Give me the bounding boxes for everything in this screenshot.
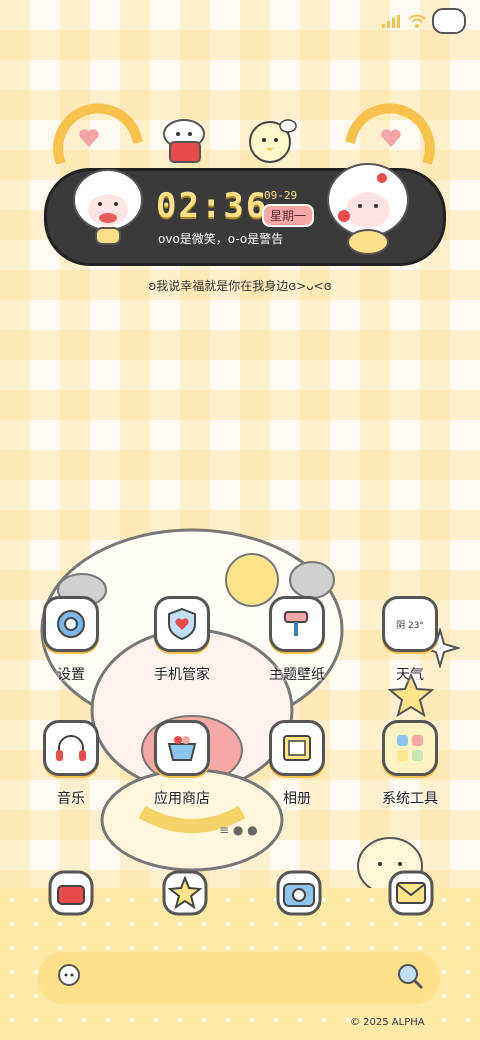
motto-text: ʚ我说幸福就是你在我身边ɞ>ᴗ<ɞ bbox=[148, 279, 332, 293]
star-chat-icon bbox=[162, 870, 208, 916]
sheep-search-icon bbox=[58, 964, 80, 986]
sheep-wallpaper-illustration bbox=[40, 528, 344, 872]
app-gallery[interactable]: 相册 bbox=[252, 720, 342, 808]
search-bar[interactable] bbox=[38, 952, 440, 1004]
app-system-tools[interactable]: 系统工具 bbox=[365, 720, 455, 808]
clock-weekday: 星期一 bbox=[262, 204, 315, 227]
paint-roller-icon bbox=[269, 596, 325, 652]
signal-icon bbox=[382, 15, 400, 28]
widget-caption: ovo是微笑，o-o是警告 bbox=[158, 232, 284, 246]
app-settings[interactable]: 设置 bbox=[26, 596, 116, 684]
dock-camera[interactable] bbox=[274, 868, 324, 922]
app-weather[interactable]: 阴 23° 天气 bbox=[365, 596, 455, 684]
search-icon[interactable] bbox=[396, 962, 424, 990]
telephone-icon bbox=[48, 870, 94, 916]
app-label: 音乐 bbox=[57, 791, 85, 807]
egg-chick-sticker bbox=[249, 119, 297, 163]
shield-heart-icon bbox=[154, 596, 210, 652]
app-label: 主题壁纸 bbox=[269, 667, 325, 683]
app-label: 天气 bbox=[396, 667, 424, 683]
app-label: 系统工具 bbox=[382, 791, 438, 807]
battery-sheep-icon bbox=[432, 8, 466, 34]
cat-camera-icon bbox=[276, 870, 322, 916]
dock-phone[interactable] bbox=[46, 868, 96, 922]
folder-icon bbox=[382, 720, 438, 776]
wifi-icon bbox=[408, 14, 426, 28]
sheep-with-envelope-sticker bbox=[163, 119, 205, 163]
heart-icon bbox=[381, 129, 401, 147]
envelope-icon bbox=[388, 870, 434, 916]
clock-time: 02:36 bbox=[156, 186, 269, 226]
status-bar bbox=[382, 8, 466, 34]
app-music[interactable]: 音乐 bbox=[26, 720, 116, 808]
photo-frame-icon bbox=[269, 720, 325, 776]
app-label: 应用商店 bbox=[154, 791, 210, 807]
sheep-with-strawberry-sticker bbox=[327, 163, 409, 255]
app-label: 设置 bbox=[57, 667, 85, 683]
dock-mail[interactable] bbox=[386, 868, 436, 922]
basket-icon bbox=[154, 720, 210, 776]
page-indicator[interactable]: ≡ ● ● bbox=[219, 823, 258, 837]
weather-badge: 阴 23° bbox=[396, 620, 424, 631]
heart-icon bbox=[79, 129, 99, 147]
app-phone-manager[interactable]: 手机管家 bbox=[137, 596, 227, 684]
headphones-icon bbox=[43, 720, 99, 776]
app-label: 相册 bbox=[283, 791, 311, 807]
weather-cloud-icon: 阴 23° bbox=[382, 596, 438, 652]
copyright-text: © 2025 ALPHA bbox=[350, 1017, 425, 1028]
gear-icon bbox=[43, 596, 99, 652]
clock-date: 09-29 bbox=[264, 189, 298, 202]
app-themes[interactable]: 主题壁纸 bbox=[252, 596, 342, 684]
sheep-eating-sticker bbox=[73, 169, 143, 245]
app-label: 手机管家 bbox=[154, 667, 210, 683]
dock-messages[interactable] bbox=[160, 868, 210, 922]
app-store[interactable]: 应用商店 bbox=[137, 720, 227, 808]
